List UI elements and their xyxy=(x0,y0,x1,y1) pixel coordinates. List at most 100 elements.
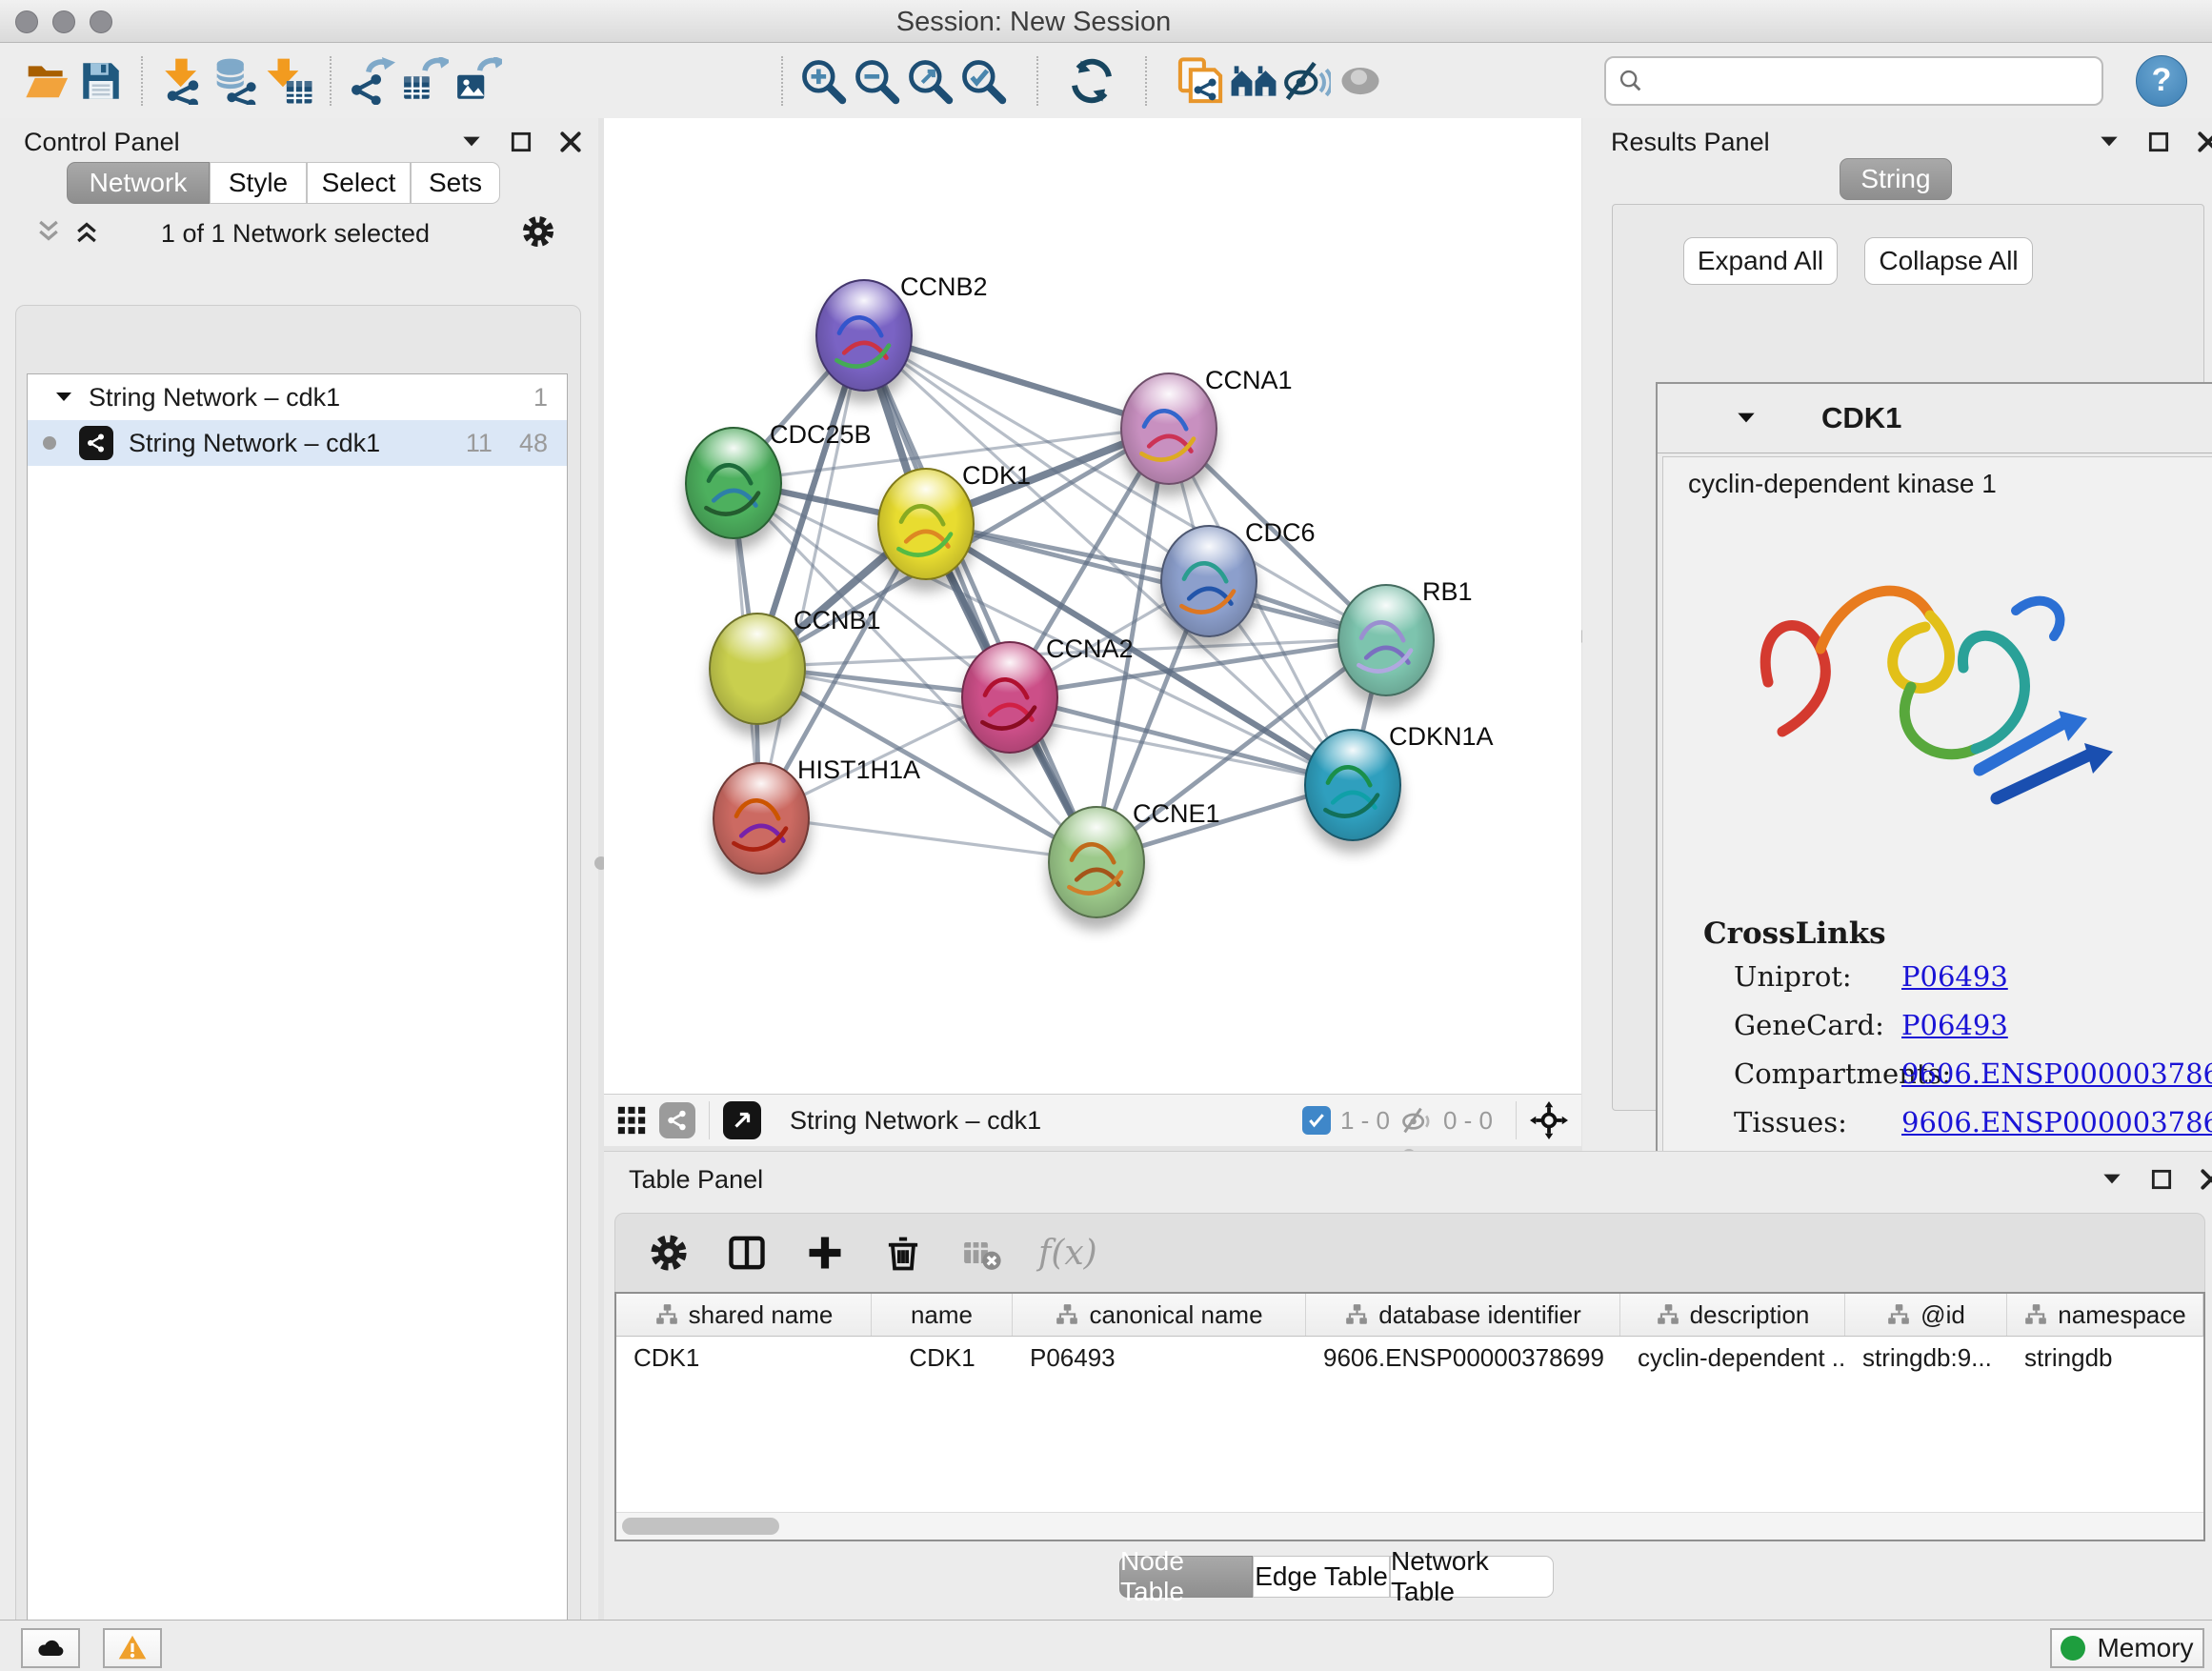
expand-all-button[interactable]: Expand All xyxy=(1683,237,1838,285)
selected-checkbox-icon[interactable] xyxy=(1302,1106,1331,1135)
warning-status-button[interactable] xyxy=(103,1628,162,1668)
crosslink-row: Uniprot:P06493 xyxy=(1734,960,2191,993)
help-button[interactable]: ? xyxy=(2136,55,2187,107)
column-header[interactable]: database identifier xyxy=(1306,1294,1620,1336)
show-all-icon[interactable] xyxy=(1334,54,1387,108)
cloud-status-button[interactable] xyxy=(21,1628,80,1668)
tab-network-table[interactable]: Network Table xyxy=(1390,1556,1554,1598)
delete-table-icon[interactable] xyxy=(960,1232,1002,1274)
network-node[interactable] xyxy=(709,613,806,725)
network-collection-row[interactable]: String Network – cdk1 1 xyxy=(28,374,567,420)
close-panel-icon[interactable] xyxy=(2196,130,2212,154)
memory-button[interactable]: Memory xyxy=(2050,1628,2204,1668)
crosslink-link[interactable]: 9606.ENSP00000378699 xyxy=(1901,1057,2212,1090)
table-horizontal-scrollbar[interactable] xyxy=(616,1512,2203,1540)
tab-sets[interactable]: Sets xyxy=(411,162,500,204)
collapse-all-networks-icon[interactable] xyxy=(34,217,63,251)
network-node[interactable] xyxy=(1304,729,1401,841)
collapse-caret-icon[interactable] xyxy=(52,386,75,409)
table-cell[interactable]: stringdb xyxy=(2007,1337,2203,1379)
scrollbar-thumb[interactable] xyxy=(622,1518,779,1535)
import-database-icon[interactable] xyxy=(210,54,263,108)
export-table-icon[interactable] xyxy=(398,54,452,108)
float-panel-icon[interactable] xyxy=(2100,1167,2124,1192)
column-header[interactable]: shared name xyxy=(616,1294,872,1336)
network-node[interactable] xyxy=(685,427,782,539)
column-header[interactable]: @id xyxy=(1845,1294,2007,1336)
maximize-panel-icon[interactable] xyxy=(2149,1167,2174,1192)
network-column-icon xyxy=(1886,1302,1911,1327)
column-header[interactable]: namespace xyxy=(2007,1294,2203,1336)
tab-network[interactable]: Network xyxy=(67,162,210,204)
table-cell[interactable]: CDK1 xyxy=(616,1337,872,1379)
add-column-icon[interactable] xyxy=(804,1232,846,1274)
detach-view-icon[interactable] xyxy=(723,1101,761,1139)
table-cell[interactable]: stringdb:9... xyxy=(1845,1337,2007,1379)
float-panel-icon[interactable] xyxy=(2097,130,2122,154)
toolbar-search[interactable] xyxy=(1604,56,2103,106)
table-cell[interactable]: 9606.ENSP00000378699 xyxy=(1306,1337,1620,1379)
function-builder-icon[interactable]: f(x) xyxy=(1038,1234,1097,1273)
network-canvas[interactable]: CCNB2CCNA1CDC25BCDK1CDC6RB1CCNB1CCNA2CDK… xyxy=(604,118,1581,1094)
fit-content-crosshair-icon[interactable] xyxy=(1530,1101,1568,1139)
crosslink-link[interactable]: 9606.ENSP00000378699 xyxy=(1901,1106,2212,1138)
clone-network-icon[interactable] xyxy=(1174,54,1227,108)
network-node[interactable] xyxy=(1160,525,1257,637)
collapse-all-button[interactable]: Collapse All xyxy=(1864,237,2033,285)
save-session-icon[interactable] xyxy=(74,54,128,108)
delete-icon[interactable] xyxy=(882,1232,924,1274)
maximize-panel-icon[interactable] xyxy=(2146,130,2171,154)
close-panel-icon[interactable] xyxy=(2199,1167,2212,1192)
results-panel: Results Panel String Expand All Collapse… xyxy=(1582,118,2212,1151)
open-file-icon[interactable] xyxy=(21,54,74,108)
table-cell[interactable]: CDK1 xyxy=(872,1337,1013,1379)
table-cell[interactable]: cyclin-dependent ... xyxy=(1620,1337,1845,1379)
column-header[interactable]: name xyxy=(872,1294,1013,1336)
tab-string[interactable]: String xyxy=(1840,158,1952,200)
refresh-layout-icon[interactable] xyxy=(1065,54,1118,108)
search-input[interactable] xyxy=(1644,65,2058,96)
zoom-out-icon[interactable] xyxy=(850,54,903,108)
column-header[interactable]: canonical name xyxy=(1013,1294,1306,1336)
hidden-eye-icon[interactable] xyxy=(1399,1103,1434,1137)
collapse-entry-caret-icon[interactable] xyxy=(1734,406,1759,431)
network-node[interactable] xyxy=(877,468,975,580)
network-node[interactable] xyxy=(1337,584,1435,696)
export-image-icon[interactable] xyxy=(452,54,505,108)
tab-select[interactable]: Select xyxy=(307,162,411,204)
import-network-icon[interactable] xyxy=(156,54,210,108)
network-row[interactable]: String Network – cdk1 11 48 xyxy=(28,420,567,466)
network-badge-gray-icon[interactable] xyxy=(659,1102,695,1138)
columns-icon[interactable] xyxy=(726,1232,768,1274)
zoom-selected-icon[interactable] xyxy=(956,54,1010,108)
grid-view-icon[interactable] xyxy=(615,1104,648,1137)
expand-all-networks-icon[interactable] xyxy=(72,217,101,251)
network-node[interactable] xyxy=(1048,806,1145,918)
float-panel-icon[interactable] xyxy=(459,130,484,154)
network-node[interactable] xyxy=(1120,372,1217,485)
zoom-in-icon[interactable] xyxy=(796,54,850,108)
tab-style[interactable]: Style xyxy=(210,162,307,204)
network-node[interactable] xyxy=(713,762,810,875)
network-node[interactable] xyxy=(961,641,1058,754)
column-header[interactable]: description xyxy=(1620,1294,1845,1336)
tab-edge-table[interactable]: Edge Table xyxy=(1253,1556,1390,1598)
crosslink-link[interactable]: P06493 xyxy=(1901,1009,2008,1041)
string-home-icon[interactable] xyxy=(1227,54,1280,108)
network-options-gear-icon[interactable] xyxy=(520,213,556,254)
settings-gear-icon[interactable] xyxy=(648,1232,690,1274)
crosslink-link[interactable]: P06493 xyxy=(1901,960,2008,993)
maximize-panel-icon[interactable] xyxy=(509,130,533,154)
close-panel-icon[interactable] xyxy=(558,130,583,154)
hide-selected-icon[interactable] xyxy=(1280,54,1334,108)
export-network-icon[interactable] xyxy=(345,54,398,108)
table-panel-title: Table Panel xyxy=(629,1165,763,1195)
table-row[interactable]: CDK1CDK1P064939606.ENSP00000378699cyclin… xyxy=(616,1337,2203,1379)
import-table-icon[interactable] xyxy=(263,54,316,108)
table-cell[interactable]: P06493 xyxy=(1013,1337,1306,1379)
gene-entry-header[interactable]: CDK1 xyxy=(1658,384,2212,453)
network-node[interactable] xyxy=(815,279,913,392)
gene-entry: CDK1 cyclin-dependent kinase 1 xyxy=(1656,382,2212,1190)
tab-node-table[interactable]: Node Table xyxy=(1119,1556,1253,1598)
zoom-fit-icon[interactable] xyxy=(903,54,956,108)
